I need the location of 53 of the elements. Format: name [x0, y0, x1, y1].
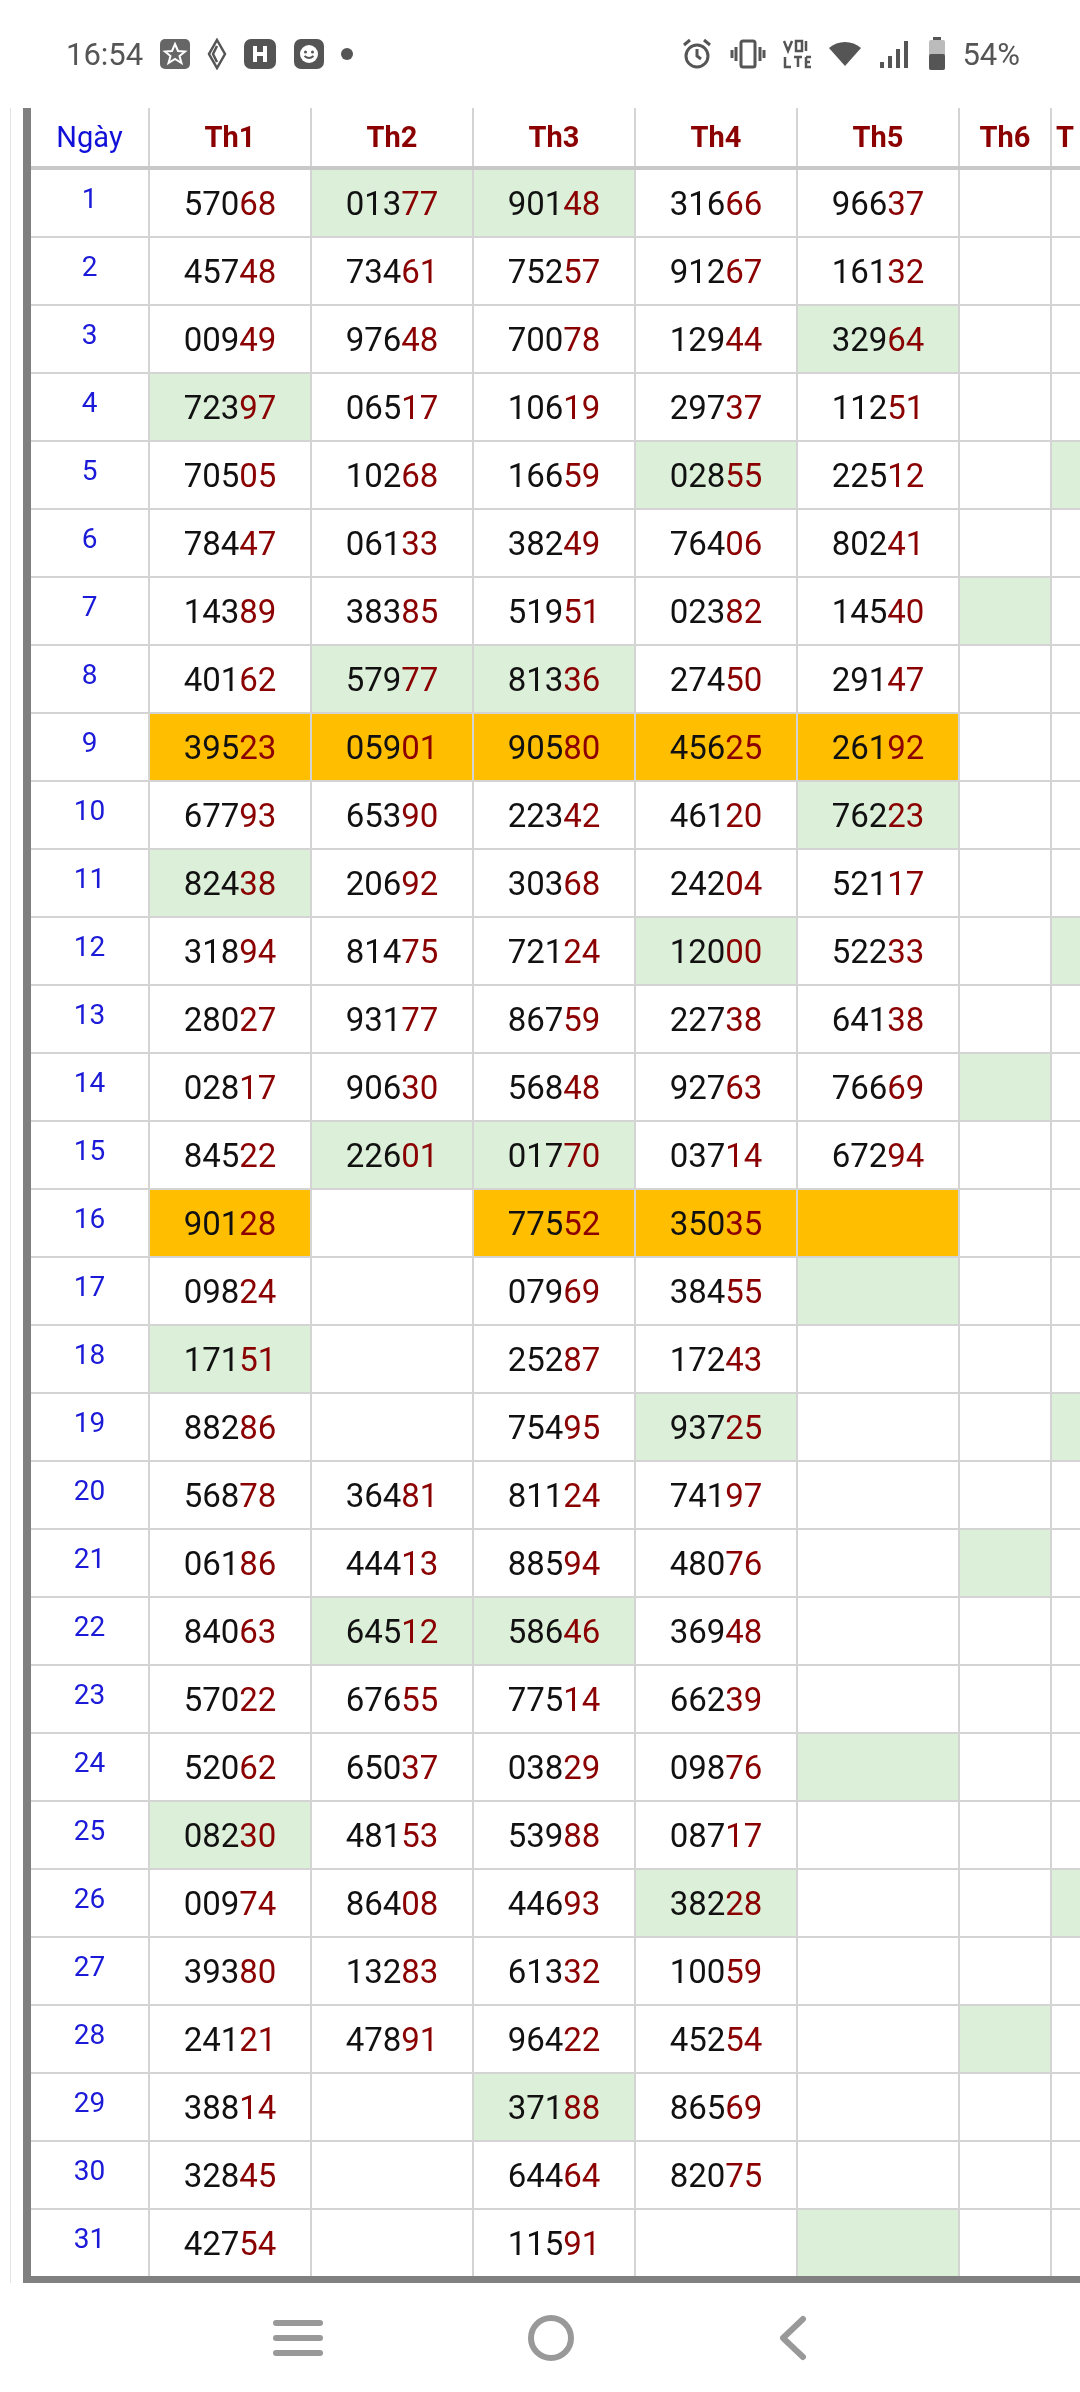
menu-icon[interactable]	[271, 2317, 324, 2358]
day-number: 17	[73, 1270, 106, 1303]
day-number: 30	[73, 2154, 106, 2187]
battery-percentage: 54%	[962, 35, 1020, 73]
day-number: 28	[73, 2018, 106, 2051]
day-number: 14	[73, 1066, 106, 1099]
day-number: 18	[73, 1338, 106, 1371]
day-number: 16	[73, 1202, 106, 1235]
day-number: 15	[73, 1134, 106, 1167]
battery-icon	[928, 37, 947, 71]
day-number: 24	[73, 1746, 106, 1779]
day-number: 10	[73, 794, 106, 827]
day-number: 8	[81, 658, 98, 691]
wifi-icon	[828, 40, 863, 68]
column-header: T	[1056, 120, 1074, 154]
column-header: Th2	[366, 120, 418, 154]
day-number: 11	[73, 862, 106, 895]
vibrate-icon	[730, 39, 767, 69]
day-number: 23	[73, 1678, 106, 1711]
day-number: 7	[81, 590, 98, 623]
column-header: Th5	[852, 120, 904, 154]
day-number: 22	[73, 1610, 106, 1643]
home-icon[interactable]	[527, 2313, 575, 2362]
day-number: 4	[81, 386, 98, 419]
day-number: 29	[73, 2086, 106, 2119]
day-number: 1	[81, 182, 98, 215]
day-number: 25	[73, 1814, 106, 1847]
diamond-icon	[207, 38, 228, 70]
day-number: 21	[73, 1542, 106, 1575]
column-header: Ngày	[56, 120, 123, 154]
back-icon[interactable]	[778, 2314, 809, 2361]
day-number: 19	[73, 1406, 106, 1439]
column-header: Th6	[979, 120, 1031, 154]
day-number: 27	[73, 1950, 106, 1983]
day-number: 20	[73, 1474, 106, 1507]
day-number: 5	[81, 454, 98, 487]
day-number: 2	[81, 250, 98, 283]
clock-time: 16:54	[66, 35, 144, 73]
day-number: 31	[73, 2222, 106, 2255]
day-number: 26	[73, 1882, 106, 1915]
day-number: 9	[81, 726, 98, 759]
smiley-badge-icon	[293, 38, 326, 70]
column-header: Th4	[690, 120, 742, 154]
column-header: Th1	[204, 120, 256, 154]
day-number: 12	[73, 930, 106, 963]
column-header: Th3	[528, 120, 580, 154]
volte-icon	[782, 38, 813, 70]
dot-icon	[341, 48, 354, 60]
star-badge-icon	[159, 38, 192, 70]
day-number: 6	[81, 522, 98, 555]
day-number: 13	[73, 998, 106, 1031]
h-badge-icon	[243, 38, 278, 70]
day-number: 3	[81, 318, 98, 351]
